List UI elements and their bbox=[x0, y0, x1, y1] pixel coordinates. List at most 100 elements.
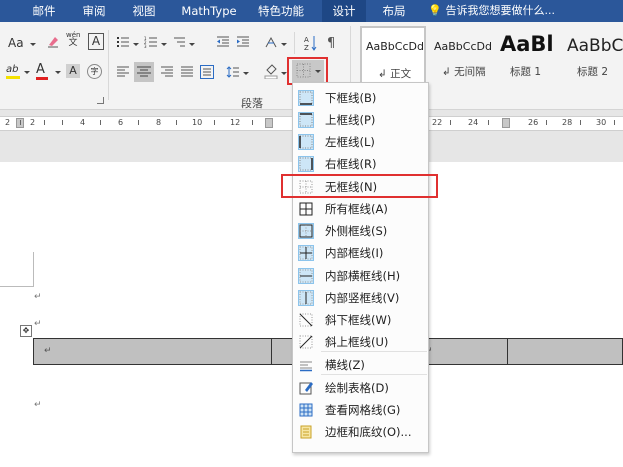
style-label: ↲ 无间隔 bbox=[442, 66, 486, 78]
menu-separator bbox=[321, 351, 427, 352]
style-label: ↲ 正文 bbox=[378, 68, 412, 80]
phonetic-guide-button[interactable]: wén 文 bbox=[66, 31, 80, 48]
align-left-icon[interactable] bbox=[116, 65, 130, 79]
tell-me-search[interactable]: 💡 告诉我您想要做什么... bbox=[428, 0, 555, 22]
change-case-dropdown-icon[interactable] bbox=[30, 43, 36, 46]
bullets-dropdown-icon[interactable] bbox=[133, 43, 139, 46]
ruler-tick bbox=[252, 120, 253, 125]
svg-text:3: 3 bbox=[144, 44, 147, 49]
menu-item-diagonal-down-border[interactable]: 斜下框线(W) bbox=[293, 309, 428, 331]
borders-dropdown-menu: 下框线(B) 上框线(P) 左框线(L) 右框线(R) 无框线(N) 所有框线(A) 外侧框… bbox=[292, 82, 429, 453]
character-shading-label: A bbox=[69, 64, 77, 77]
ruler-tick bbox=[614, 120, 615, 125]
ruler-number: 22 bbox=[432, 118, 443, 127]
menu-item-horizontal-line[interactable]: 横线(Z) bbox=[293, 354, 428, 376]
view-gridlines-icon bbox=[299, 403, 313, 417]
style-name: 正文 bbox=[390, 68, 412, 80]
style-sample: AaBbC bbox=[567, 36, 623, 56]
bullets-icon[interactable] bbox=[116, 35, 130, 49]
tab-review[interactable]: 审阅 bbox=[76, 0, 112, 22]
show-formatting-marks-icon[interactable]: ¶ bbox=[326, 35, 340, 49]
left-border-icon bbox=[298, 134, 314, 150]
diagonal-down-border-icon bbox=[299, 313, 313, 327]
menu-item-diagonal-up-border[interactable]: 斜上框线(U) bbox=[293, 331, 428, 353]
menu-item-bottom-border[interactable]: 下框线(B) bbox=[293, 87, 428, 109]
menu-item-left-border[interactable]: 左框线(L) bbox=[293, 131, 428, 153]
character-border-button[interactable]: A bbox=[88, 33, 104, 50]
table-move-handle-icon[interactable]: ✥ bbox=[20, 325, 32, 337]
decrease-indent-icon[interactable] bbox=[216, 35, 230, 49]
menu-item-inside-horizontal-border[interactable]: 内部横框线(H) bbox=[293, 265, 428, 287]
menu-item-label: 右框线(R) bbox=[325, 157, 377, 171]
font-color-dropdown-icon[interactable] bbox=[55, 71, 61, 74]
ruler-tick bbox=[138, 120, 139, 125]
tab-design[interactable]: 设计 bbox=[322, 0, 366, 22]
menu-item-all-borders[interactable]: 所有框线(A) bbox=[293, 198, 428, 220]
menu-item-label: 左框线(L) bbox=[325, 135, 375, 149]
align-right-icon[interactable] bbox=[160, 65, 174, 79]
style-heading-2[interactable]: AaBbC 标题 2 bbox=[565, 26, 623, 88]
menu-item-draw-table[interactable]: 绘制表格(D) bbox=[293, 377, 428, 399]
tab-layout[interactable]: 布局 bbox=[374, 0, 414, 22]
font-color-button[interactable]: A bbox=[36, 62, 48, 80]
tab-mailings[interactable]: 邮件 bbox=[26, 0, 62, 22]
tab-view[interactable]: 视图 bbox=[126, 0, 162, 22]
text-highlight-button[interactable]: ab bbox=[6, 64, 20, 79]
column-marker[interactable] bbox=[502, 118, 510, 128]
enclose-characters-button[interactable]: 字 bbox=[87, 64, 102, 79]
numbering-icon[interactable]: 123 bbox=[144, 35, 158, 49]
menu-item-label: 边框和底纹(O)... bbox=[325, 425, 412, 439]
page-corner-mark bbox=[0, 252, 34, 287]
multilevel-dropdown-icon[interactable] bbox=[189, 43, 195, 46]
menu-item-outside-borders[interactable]: 外侧框线(S) bbox=[293, 220, 428, 242]
sort-icon[interactable]: AZ bbox=[304, 34, 318, 52]
line-spacing-dropdown-icon[interactable] bbox=[243, 72, 249, 75]
highlight-dropdown-icon[interactable] bbox=[24, 71, 30, 74]
menu-item-inside-vertical-border[interactable]: 内部竖框线(V) bbox=[293, 287, 428, 309]
ruler-tick bbox=[580, 120, 581, 125]
menu-item-top-border[interactable]: 上框线(P) bbox=[293, 109, 428, 131]
menu-item-view-gridlines[interactable]: 查看网格线(G) bbox=[293, 399, 428, 421]
style-normal[interactable]: AaBbCcDd ↲ 正文 bbox=[360, 26, 426, 88]
shading-dropdown-icon[interactable] bbox=[281, 72, 287, 75]
distributed-icon[interactable] bbox=[200, 65, 214, 79]
style-heading-1[interactable]: AaBl 标题 1 bbox=[500, 26, 560, 88]
cell-end-mark: ↵ bbox=[44, 346, 52, 356]
increase-indent-icon[interactable] bbox=[236, 35, 250, 49]
right-border-icon bbox=[298, 156, 314, 172]
cell-border bbox=[507, 339, 508, 364]
menu-item-borders-shading[interactable]: 边框和底纹(O)... bbox=[293, 421, 428, 443]
menu-item-label: 下框线(B) bbox=[325, 91, 377, 105]
multilevel-list-icon[interactable] bbox=[172, 35, 186, 49]
change-case-button[interactable]: Aa bbox=[8, 36, 24, 50]
tab-special-features[interactable]: 特色功能 bbox=[252, 0, 310, 22]
paragraph-mark: ↵ bbox=[34, 319, 42, 329]
style-sample: AaBl bbox=[500, 32, 554, 56]
ruler-number: 2 bbox=[30, 118, 36, 127]
font-dialog-launcher-icon[interactable] bbox=[97, 97, 104, 104]
tab-mathtype[interactable]: MathType bbox=[174, 0, 244, 22]
menu-item-inside-borders[interactable]: 内部框线(I) bbox=[293, 242, 428, 264]
bottom-border-icon bbox=[298, 90, 314, 106]
character-shading-button[interactable]: A bbox=[66, 64, 80, 78]
ruler-number: 10 bbox=[192, 118, 203, 127]
style-label: 标题 1 bbox=[510, 66, 542, 78]
chinese-layout-dropdown-icon[interactable] bbox=[281, 43, 287, 46]
shading-icon[interactable] bbox=[264, 64, 278, 79]
clear-formatting-icon[interactable] bbox=[46, 34, 60, 48]
style-no-spacing[interactable]: AaBbCcDd ↲ 无间隔 bbox=[432, 26, 498, 88]
justify-icon[interactable] bbox=[180, 65, 194, 79]
inside-borders-icon bbox=[298, 245, 314, 261]
group-divider bbox=[108, 30, 109, 100]
inside-vertical-border-icon bbox=[298, 290, 314, 306]
menu-item-right-border[interactable]: 右框线(R) bbox=[293, 153, 428, 175]
character-border-label: A bbox=[91, 34, 101, 48]
align-center-button[interactable] bbox=[134, 62, 154, 82]
line-spacing-icon[interactable] bbox=[226, 65, 240, 79]
column-marker[interactable] bbox=[265, 118, 273, 128]
paragraph-mark: ↵ bbox=[34, 292, 42, 302]
ruler-number: 12 bbox=[230, 118, 241, 127]
chinese-layout-icon[interactable] bbox=[264, 35, 278, 49]
numbering-dropdown-icon[interactable] bbox=[161, 43, 167, 46]
ruler-tick bbox=[20, 120, 21, 125]
